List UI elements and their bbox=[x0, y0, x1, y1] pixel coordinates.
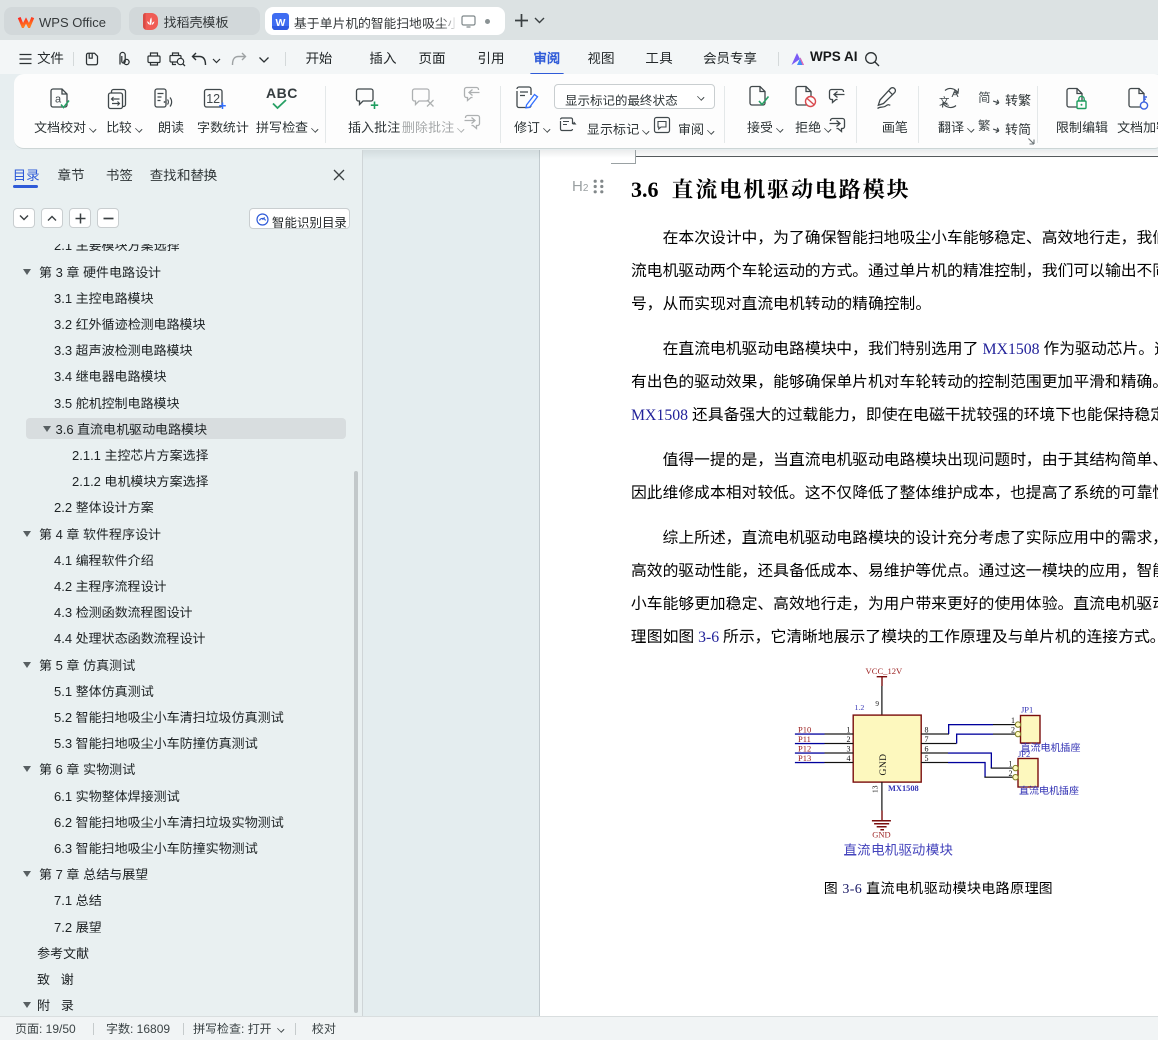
svg-text:1.2: 1.2 bbox=[855, 703, 865, 712]
svg-text:简: 简 bbox=[978, 88, 991, 106]
svg-text:12: 12 bbox=[206, 92, 220, 106]
svg-text:P11: P11 bbox=[798, 734, 811, 744]
svg-text:2: 2 bbox=[1009, 769, 1013, 778]
svg-text:VCC_12V: VCC_12V bbox=[866, 666, 904, 676]
svg-text:5: 5 bbox=[925, 754, 929, 763]
svg-text:P10: P10 bbox=[798, 724, 811, 734]
svg-text:直流电机插座: 直流电机插座 bbox=[1019, 782, 1079, 797]
svg-text:P13: P13 bbox=[798, 753, 811, 763]
svg-text:JP1: JP1 bbox=[1021, 705, 1033, 715]
svg-text:JP2: JP2 bbox=[1018, 749, 1030, 759]
svg-text:2: 2 bbox=[847, 735, 851, 744]
svg-text:1: 1 bbox=[847, 726, 851, 735]
svg-text:9: 9 bbox=[875, 700, 879, 708]
svg-text:3: 3 bbox=[847, 745, 851, 754]
svg-text:2: 2 bbox=[1011, 726, 1015, 735]
svg-text:MX1508: MX1508 bbox=[888, 784, 919, 793]
svg-text:1: 1 bbox=[1009, 760, 1013, 769]
svg-text:4: 4 bbox=[847, 754, 851, 763]
svg-text:直流电机驱动模块: 直流电机驱动模块 bbox=[844, 839, 954, 859]
svg-text:1: 1 bbox=[1011, 716, 1015, 725]
svg-text:繁: 繁 bbox=[978, 116, 991, 134]
svg-text:a: a bbox=[55, 94, 62, 106]
svg-text:6: 6 bbox=[925, 745, 929, 754]
svg-text:8: 8 bbox=[925, 726, 929, 735]
svg-text:7: 7 bbox=[925, 735, 929, 744]
svg-text:GND: GND bbox=[879, 753, 889, 775]
svg-text:P12: P12 bbox=[798, 743, 811, 753]
svg-text:W: W bbox=[276, 17, 286, 29]
svg-text:13: 13 bbox=[871, 785, 880, 793]
